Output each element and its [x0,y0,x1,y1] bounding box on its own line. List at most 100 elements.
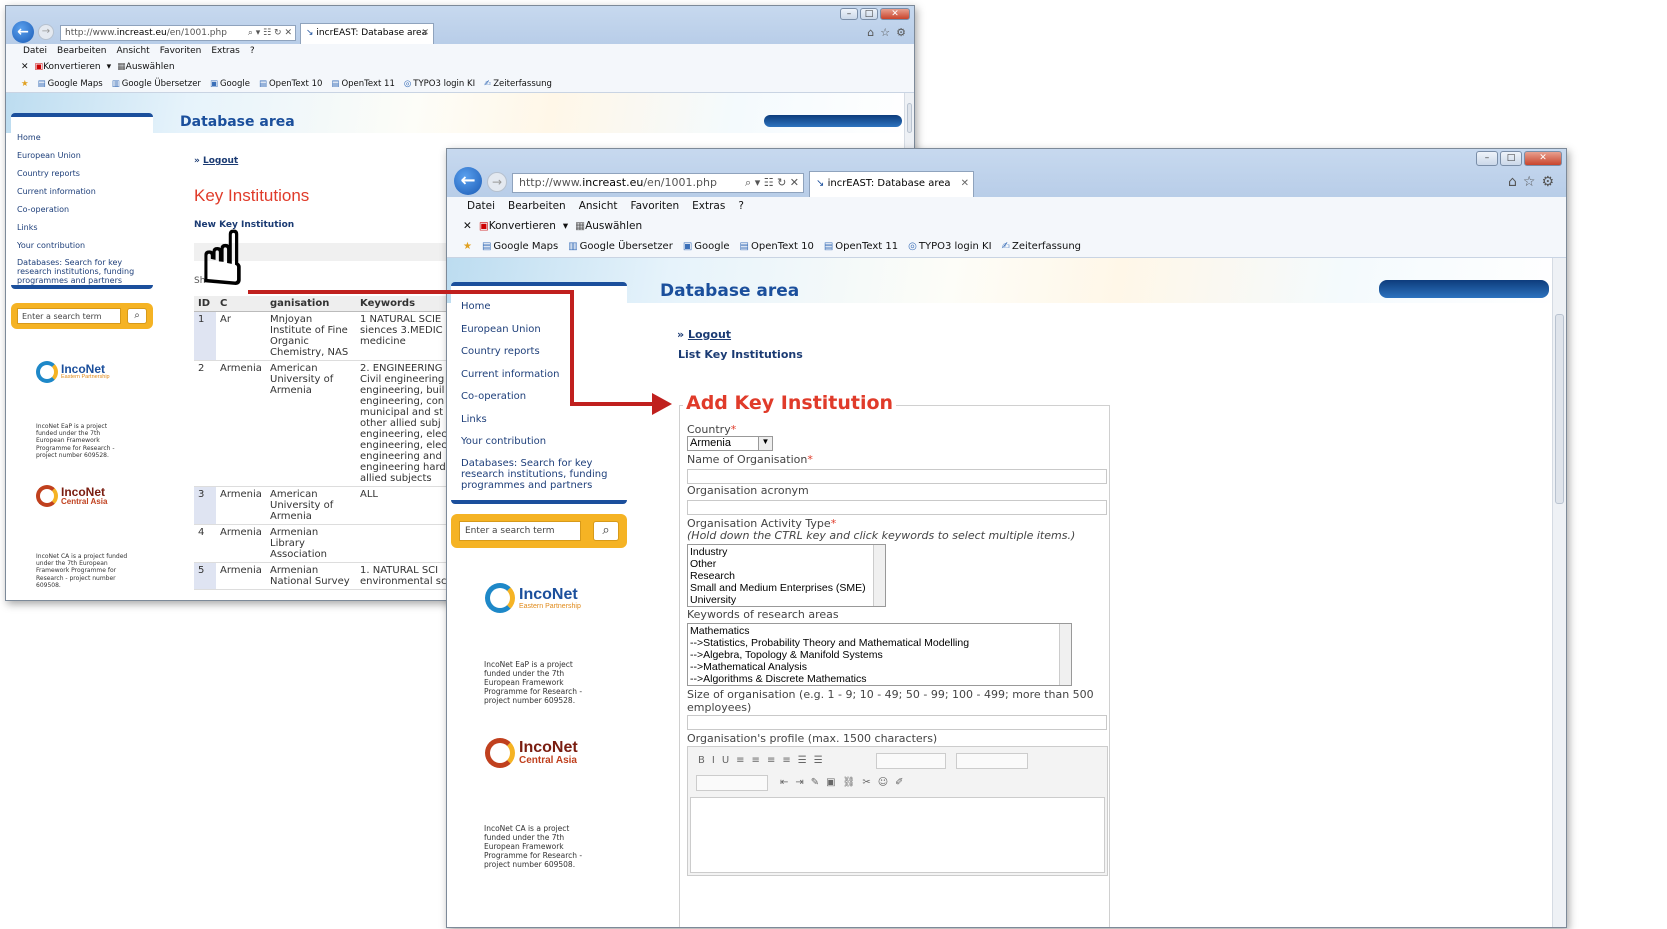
tab-close-icon[interactable]: ✕ [421,28,429,38]
sidebar-item[interactable]: Your contribution [17,237,147,255]
editor-tool-button[interactable]: I [712,755,715,766]
minimize-button[interactable]: – [840,8,858,20]
activity-option[interactable]: Other [690,558,883,570]
table-row[interactable]: 4 Armenia Armenian Library Association [194,524,454,563]
editor-tool-button[interactable]: ⇥ [795,777,803,788]
address-bar[interactable]: http://www.increast.eu/en/1001.php ⌕ ▾ ☷… [512,173,804,193]
sidebar-item[interactable]: Country reports [461,341,617,364]
sidebar-item[interactable]: Links [17,219,147,237]
scrollbar-thumb[interactable] [1555,314,1564,504]
favorite-link[interactable]: ✍ Zeiterfassung [484,79,552,89]
table-row[interactable]: 1 Ar Mnjoyan Institute of Fine Organic Che… [194,311,454,361]
command-close-icon[interactable]: ✕ [463,220,472,232]
favorite-link[interactable]: ▣ Google [210,79,250,89]
scrollbar[interactable] [1552,258,1566,927]
menu-item[interactable]: Bearbeiten [508,197,566,216]
favorite-link[interactable]: ✍ Zeiterfassung [1002,241,1081,252]
editor-tool-button[interactable]: ≡ [782,755,790,766]
search-button[interactable]: ⌕ [593,521,619,541]
favorite-link[interactable]: ▤ OpenText 11 [331,79,394,89]
menu-item[interactable]: Datei [467,197,495,216]
menu-item[interactable]: Favoriten [160,44,202,59]
editor-size-select[interactable] [696,775,768,791]
activity-type-listbox[interactable]: Industry Other Research Small and Medium En… [687,544,886,607]
activity-option[interactable]: Small and Medium Enterprises (SME) [690,582,883,594]
menu-item[interactable]: ? [250,44,255,59]
activity-option[interactable]: Industry [690,546,883,558]
favorite-link[interactable]: ▤ OpenText 10 [259,79,322,89]
keyword-option[interactable]: -->Algorithms & Discrete Mathematics [690,673,1069,685]
column-header-keywords[interactable]: Keywords [356,296,454,312]
editor-tool-button[interactable]: ⇤ [780,777,788,788]
organisation-size-input[interactable] [687,715,1107,730]
favorite-link[interactable]: ▤ OpenText 11 [824,241,898,252]
sidebar-item[interactable]: Co-operation [461,386,617,409]
maximize-button[interactable]: □ [1500,151,1522,166]
column-header-organisation[interactable]: ganisation [266,296,356,312]
forward-button[interactable]: → [487,172,507,192]
organisation-name-input[interactable] [687,469,1107,484]
favorite-link[interactable]: ◎ TYPO3 login KI [908,241,991,252]
editor-tool-button[interactable]: ≡ [752,755,760,766]
home-icon[interactable]: ⌂ [1508,174,1517,190]
favorite-link[interactable]: ▤ OpenText 10 [740,241,814,252]
logout-link[interactable]: Logout [688,328,731,341]
editor-tool-button[interactable]: ≡ [767,755,775,766]
editor-tool-button[interactable]: ☰ [798,755,807,766]
minimize-button[interactable]: – [1476,151,1498,166]
keyword-option[interactable]: -->Mathematical Analysis [690,661,1069,673]
table-row[interactable]: 3 Armenia American University of Armenia AL… [194,486,454,525]
sidebar-item[interactable]: European Union [461,319,617,342]
konvertieren-button[interactable]: ▣Konvertieren [35,62,101,72]
sidebar-item[interactable]: Home [461,296,617,319]
favorite-link[interactable]: ▥ Google Übersetzer [112,79,201,89]
command-close-icon[interactable]: ✕ [21,62,29,72]
editor-tool-button[interactable]: U [722,755,729,766]
profile-textarea[interactable] [690,797,1105,873]
keyword-option[interactable]: -->Statistics, Probability Theory and Ma… [690,637,1069,649]
browser-tab[interactable]: ↘ incrEAST: Database area ✕ [300,23,434,44]
menu-item[interactable]: Extras [692,197,725,216]
sidebar-item[interactable]: Links [461,409,617,432]
sidebar-item[interactable]: Current information [461,364,617,387]
editor-tool-button[interactable]: B [698,755,705,766]
favorite-link[interactable]: ◎ TYPO3 login KI [404,79,475,89]
editor-tool-button[interactable]: ☰ [814,755,823,766]
gear-icon[interactable]: ⚙ [1541,174,1554,190]
editor-tool-button[interactable]: ⛓ [843,777,856,788]
activity-option[interactable]: University [690,594,883,606]
favorites-star-icon[interactable]: ☆ [880,26,890,39]
menu-item[interactable]: Datei [23,44,47,59]
keyword-option[interactable]: -->Algebra, Topology & Manifold Systems [690,649,1069,661]
add-favorite-icon[interactable]: ★ [21,79,29,89]
keywords-listbox[interactable]: Mathematics -->Statistics, Probability Th… [687,623,1072,686]
sidebar-item[interactable]: Co-operation [17,201,147,219]
search-input[interactable]: Enter a search term [17,308,121,324]
listbox-scrollbar[interactable] [1059,624,1071,685]
search-input[interactable]: Enter a search term [459,521,581,541]
close-button[interactable]: ✕ [1524,151,1562,166]
sidebar-item[interactable]: European Union [17,147,147,165]
gear-icon[interactable]: ⚙ [896,26,906,39]
sidebar-item[interactable]: Databases: Search for key research insti… [17,258,147,285]
table-row[interactable]: 2 Armenia American University of Armenia 2.… [194,360,454,487]
back-button[interactable]: ← [454,167,482,195]
address-bar[interactable]: http://www.increast.eu/en/1001.php ⌕ ▾ ☷… [60,25,296,41]
keyword-option[interactable]: Mathematics [690,625,1069,637]
editor-format-select[interactable] [876,753,946,769]
sidebar-item[interactable]: Current information [17,183,147,201]
address-tools[interactable]: ⌕ ▾ ☷ ↻ ✕ [745,176,799,190]
menu-item[interactable]: Bearbeiten [57,44,106,59]
tab-close-icon[interactable]: ✕ [961,178,969,189]
editor-tool-button[interactable]: ✎ [811,777,819,788]
auswaehlen-button[interactable]: ▦Auswählen [575,220,642,232]
konvertieren-dropdown-icon[interactable]: ▾ [563,220,568,232]
scrollbar-thumb[interactable] [907,103,912,133]
organisation-acronym-input[interactable] [687,500,1107,515]
chevron-down-icon[interactable]: ▼ [758,437,772,450]
table-row[interactable]: 5 Armenia Armenian National Survey 1. NATUR… [194,562,454,590]
favorite-link[interactable]: ▤ Google Maps [482,241,558,252]
sidebar-item[interactable]: Databases: Search for key research insti… [461,458,617,491]
home-icon[interactable]: ⌂ [867,26,874,39]
editor-tool-button[interactable]: ☺ [878,777,888,788]
